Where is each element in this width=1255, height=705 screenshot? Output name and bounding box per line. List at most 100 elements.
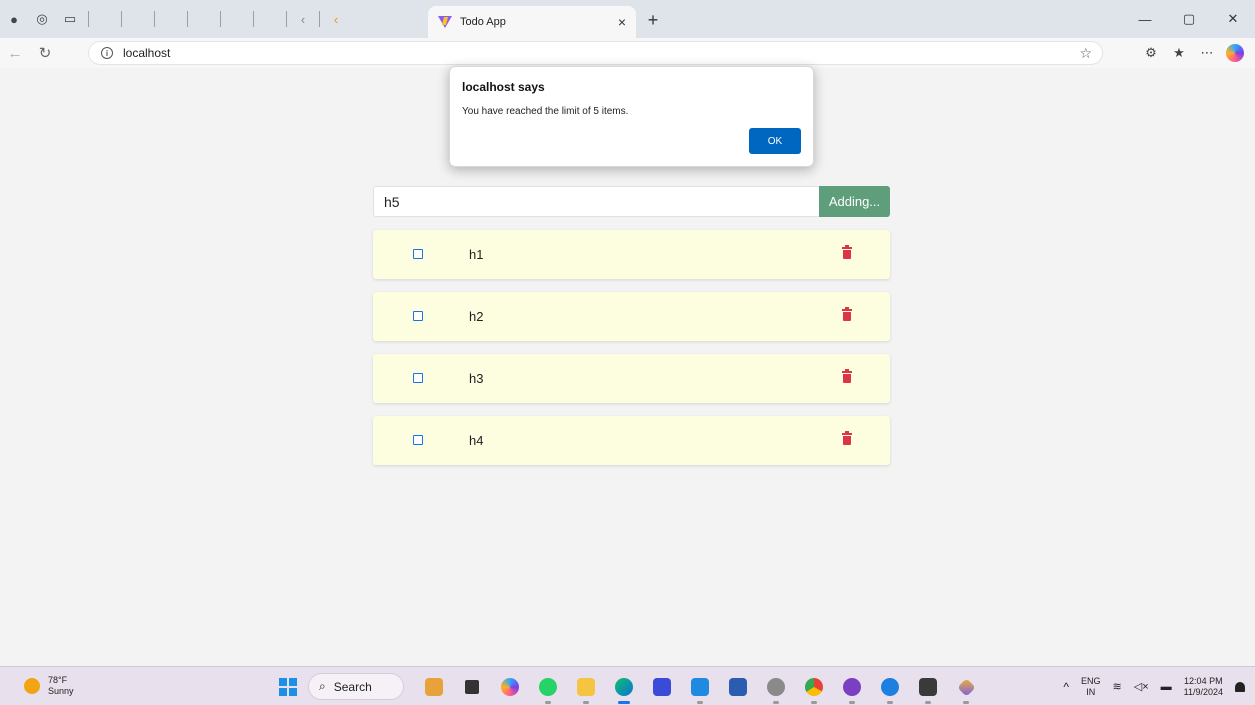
tab-separator xyxy=(319,11,320,27)
app-diamond-icon[interactable] xyxy=(952,673,980,704)
tab-separator xyxy=(220,11,221,27)
tab-separator xyxy=(121,11,122,27)
todo-item: h1 xyxy=(373,230,890,279)
trash-icon[interactable] xyxy=(842,369,852,383)
tab-title: Todo App xyxy=(460,16,506,28)
close-window-button[interactable]: ✕ xyxy=(1211,0,1255,38)
todo-checkbox[interactable] xyxy=(413,311,423,321)
search-label: Search xyxy=(333,679,372,694)
terminal-icon[interactable] xyxy=(914,673,942,704)
whatsapp-icon[interactable] xyxy=(534,673,562,704)
edge-browser-icon[interactable] xyxy=(610,673,638,704)
close-tab-icon[interactable]: × xyxy=(618,14,626,30)
tab-separator xyxy=(154,11,155,27)
windows-start-icon[interactable] xyxy=(279,678,297,696)
wifi-icon[interactable]: ≋ xyxy=(1113,681,1122,693)
clock-time: 12:04 PM xyxy=(1184,676,1223,686)
weather-widget[interactable]: 78°F Sunny xyxy=(24,675,74,697)
reload-icon[interactable]: ↻ xyxy=(30,39,60,67)
todo-checkbox[interactable] xyxy=(413,249,423,259)
chevron-left-icon: ‹ xyxy=(333,11,339,27)
workspaces-icon[interactable]: ◎ xyxy=(28,5,56,33)
pinned-tab-2[interactable] xyxy=(8,5,150,81)
address-bar-row: ← ↻ i localhost ☆ ⚙ ★ ⋯ xyxy=(0,38,1255,68)
app-blue-icon[interactable] xyxy=(648,673,676,701)
github-desktop-icon[interactable] xyxy=(838,673,866,704)
copilot-icon[interactable] xyxy=(1221,39,1249,67)
restore-button[interactable]: ▢ xyxy=(1167,0,1211,38)
clock[interactable]: 12:04 PM 11/9/2024 xyxy=(1184,676,1223,698)
todo-checkbox[interactable] xyxy=(413,373,423,383)
pinned-tab-1[interactable] xyxy=(8,5,117,81)
minimize-button[interactable]: — xyxy=(1123,0,1167,38)
trash-icon[interactable] xyxy=(842,307,852,321)
new-tab-button[interactable]: + xyxy=(642,9,664,31)
todo-input[interactable] xyxy=(373,186,819,217)
vscode-icon[interactable] xyxy=(686,673,714,704)
todo-item: h4 xyxy=(373,416,890,465)
more-menu-icon[interactable]: ⋯ xyxy=(1193,39,1221,67)
chevron-left-icon: ‹ xyxy=(300,11,306,27)
task-view-icon[interactable] xyxy=(458,673,486,701)
app-circle-icon[interactable] xyxy=(876,673,904,704)
weather-text: 78°F Sunny xyxy=(48,675,74,697)
pinned-tab-8[interactable]: ‹ xyxy=(324,5,348,33)
pinned-tab-3[interactable] xyxy=(8,5,183,81)
settings-gear-icon[interactable] xyxy=(762,673,790,704)
weather-condition: Sunny xyxy=(48,686,74,696)
alert-ok-button[interactable]: OK xyxy=(749,128,801,154)
browser-toolbar: ⚙ ★ ⋯ xyxy=(1137,38,1249,68)
tab-todo-app[interactable]: Todo App × xyxy=(428,6,636,38)
tab-actions-icon[interactable]: ▭ xyxy=(56,5,84,33)
alert-message: You have reached the limit of 5 items. xyxy=(462,106,629,117)
todo-text: h1 xyxy=(469,247,484,262)
search-icon: ⌕ xyxy=(319,679,326,693)
sun-icon xyxy=(24,678,40,694)
url-field[interactable]: i localhost ☆ xyxy=(88,41,1103,65)
tab-separator xyxy=(187,11,188,27)
site-info-icon[interactable]: i xyxy=(101,47,113,59)
taskbar-search[interactable]: ⌕ Search xyxy=(308,673,404,700)
store-icon[interactable] xyxy=(724,673,752,701)
url-text: localhost xyxy=(123,46,171,60)
favorite-star-icon[interactable]: ☆ xyxy=(1079,45,1092,62)
copilot-app-icon[interactable] xyxy=(496,673,524,701)
tab-separator xyxy=(88,11,89,27)
favorites-icon[interactable]: ★ xyxy=(1165,39,1193,67)
pinned-tab-4[interactable] xyxy=(8,5,216,81)
back-icon[interactable]: ← xyxy=(0,39,30,67)
todo-checkbox[interactable] xyxy=(413,435,423,445)
vite-logo-icon xyxy=(438,16,452,28)
taskbar-apps xyxy=(420,673,990,704)
pinned-tab-6[interactable] xyxy=(8,5,282,81)
trash-icon[interactable] xyxy=(842,431,852,445)
pinned-tab-7[interactable]: ‹ xyxy=(291,5,315,33)
todo-form: Adding... xyxy=(373,186,890,217)
taskbar: 78°F Sunny ⌕ Search ^ ENG IN ≋ ◁× ▬ 12:0… xyxy=(0,666,1255,705)
todo-item: h3 xyxy=(373,354,890,403)
show-hidden-icons[interactable]: ^ xyxy=(1063,681,1069,693)
volume-muted-icon[interactable]: ◁× xyxy=(1134,681,1149,693)
battery-icon[interactable]: ▬ xyxy=(1161,681,1172,693)
language-indicator[interactable]: ENG IN xyxy=(1081,676,1101,698)
copilot-logo xyxy=(1226,44,1244,62)
chrome-icon[interactable] xyxy=(800,673,828,704)
trash-icon[interactable] xyxy=(842,245,852,259)
window-controls: — ▢ ✕ xyxy=(1123,0,1255,38)
alert-dialog: localhost says You have reached the limi… xyxy=(449,66,814,167)
browser-tab-strip: ● ◎ ▭ ‹ ‹ Todo App × + — ▢ ✕ xyxy=(0,0,1255,81)
file-explorer-icon[interactable] xyxy=(572,673,600,704)
profile-icon[interactable]: ● xyxy=(0,5,28,33)
extensions-icon[interactable]: ⚙ xyxy=(1137,39,1165,67)
language: ENG xyxy=(1081,676,1101,686)
widgets-app-icon[interactable] xyxy=(420,673,448,701)
tab-separator xyxy=(286,11,287,27)
pinned-tab-5[interactable] xyxy=(8,5,249,81)
notification-bell-icon[interactable] xyxy=(1235,682,1245,692)
system-tray: ^ ENG IN ≋ ◁× ▬ 12:04 PM 11/9/2024 xyxy=(1051,673,1245,701)
todo-list: h1 h2 h3 h4 xyxy=(373,230,890,478)
alert-title: localhost says xyxy=(462,80,545,94)
add-button[interactable]: Adding... xyxy=(819,186,890,217)
todo-item: h2 xyxy=(373,292,890,341)
todo-text: h2 xyxy=(469,309,484,324)
